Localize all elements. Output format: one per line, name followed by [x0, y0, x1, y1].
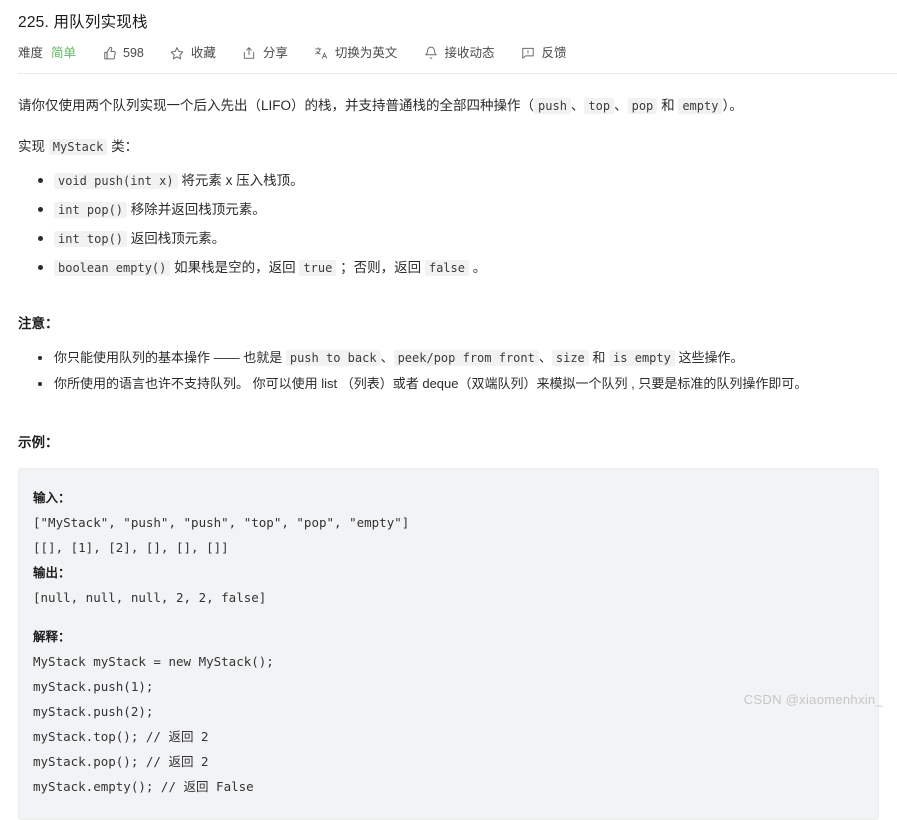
bell-icon	[423, 46, 438, 61]
implement-paragraph: 实现 MyStack 类：	[18, 133, 879, 160]
problem-description: 请你仅使用两个队列实现一个后入先出（LIFO）的栈，并支持普通栈的全部四种操作（…	[0, 92, 897, 820]
intro-and: 和	[661, 98, 675, 113]
method-description-a: 如果栈是空的，返回	[174, 260, 296, 276]
inline-code-false: false	[424, 260, 469, 277]
feedback-button[interactable]: 反馈	[520, 45, 566, 61]
difficulty-group: 难度 简单	[18, 45, 76, 61]
explain-line: MyStack myStack = new MyStack();	[33, 654, 274, 669]
explain-label: 解释：	[33, 629, 71, 644]
favorite-button[interactable]: 收藏	[170, 45, 216, 61]
intro-sep-2: 、	[614, 98, 628, 113]
method-description: 移除并返回栈顶元素。	[130, 202, 266, 218]
intro-sep-1: 、	[570, 98, 585, 113]
output-label: 输出：	[33, 565, 71, 580]
like-count: 598	[123, 46, 144, 60]
implement-prefix: 实现	[18, 139, 45, 154]
notes-list: 你只能使用队列的基本操作 —— 也就是 push to back、 peek/po…	[18, 345, 879, 397]
difficulty-label: 难度	[18, 46, 44, 60]
page-title: 225. 用队列实现栈	[18, 14, 148, 31]
header-divider	[18, 73, 897, 74]
input-line: ["MyStack", "push", "push", "top", "pop"…	[33, 515, 410, 530]
implement-suffix: 类：	[111, 139, 139, 154]
translate-button[interactable]: 切换为英文	[314, 45, 398, 61]
csdn-watermark: CSDN @xiaomenhxin_	[743, 692, 883, 707]
note-text-full: 你所使用的语言也许不支持队列。 你可以使用 list （列表）或者 deque（…	[54, 376, 808, 392]
difficulty-badge: 简单	[51, 46, 77, 60]
inline-code-top: top	[584, 98, 615, 114]
note-text-a: 你只能使用队列的基本操作 —— 也就是	[54, 350, 283, 366]
example-heading: 示例：	[18, 435, 59, 451]
intro-text-b: ）。	[722, 98, 743, 113]
share-icon	[242, 46, 257, 61]
list-item: int top() 返回栈顶元素。	[38, 224, 879, 253]
like-button[interactable]: 598	[102, 45, 144, 61]
inline-code-push: push	[534, 98, 571, 114]
favorite-label: 收藏	[190, 46, 216, 60]
list-item: boolean empty() 如果栈是空的，返回 true ；否则，返回 fa…	[38, 253, 879, 282]
intro-paragraph: 请你仅使用两个队列实现一个后入先出（LIFO）的栈，并支持普通栈的全部四种操作（…	[18, 92, 879, 119]
method-signature: int pop()	[54, 202, 128, 219]
inline-code-is-empty: is empty	[609, 350, 675, 367]
note-text-b: 这些操作。	[678, 350, 744, 366]
list-item: 你所使用的语言也许不支持队列。 你可以使用 list （列表）或者 deque（…	[38, 371, 879, 397]
explain-line: myStack.empty(); // 返回 False	[33, 779, 254, 794]
method-description-c: 。	[472, 260, 487, 276]
code-gap	[33, 610, 860, 624]
example-code-block: 输入： ["MyStack", "push", "push", "top", "…	[18, 468, 879, 820]
inline-code-empty: empty	[678, 98, 723, 114]
method-signature: void push(int x)	[54, 173, 178, 189]
inline-code-peek-pop-front: peek/pop from front	[393, 350, 539, 367]
inline-code-push-to-back: push to back	[285, 350, 381, 367]
explain-line: myStack.push(1);	[33, 679, 154, 694]
note-sep-1: 、	[380, 350, 394, 366]
method-signature: boolean empty()	[54, 260, 171, 277]
list-item: 你只能使用队列的基本操作 —— 也就是 push to back、 peek/po…	[38, 345, 879, 371]
translate-icon	[314, 46, 329, 61]
feedback-icon	[520, 46, 535, 61]
problem-toolbar: 难度 简单 598 收藏 分享 切换为英文 接收动态 反馈	[0, 34, 897, 61]
translate-label: 切换为英文	[334, 46, 398, 60]
list-item: int pop() 移除并返回栈顶元素。	[38, 195, 879, 224]
note-and: 和	[592, 350, 606, 366]
star-icon	[170, 46, 185, 61]
explain-line: myStack.top(); // 返回 2	[33, 729, 209, 744]
share-label: 分享	[262, 46, 288, 60]
inline-code-pop: pop	[627, 98, 658, 114]
intro-text-a: 请你仅使用两个队列实现一个后入先出（LIFO）的栈，并支持普通栈的全部四种操作（	[18, 98, 535, 113]
inline-code-true: true	[299, 260, 337, 277]
explain-line: myStack.pop(); // 返回 2	[33, 754, 209, 769]
method-description: 返回栈顶元素。	[130, 231, 226, 247]
method-description-b: ；否则，返回	[340, 260, 422, 276]
problem-page: 225. 用队列实现栈 难度 简单 598 收藏 分享 切换为英文 接收动态 反…	[0, 0, 897, 820]
feedback-label: 反馈	[541, 46, 567, 60]
list-item: void push(int x) 将元素 x 压入栈顶。	[38, 166, 879, 195]
notes-heading: 注意：	[18, 316, 59, 332]
input-label: 输入：	[33, 490, 71, 505]
thumbs-up-icon	[102, 46, 117, 61]
inline-code-mystack: MyStack	[48, 139, 108, 155]
share-button[interactable]: 分享	[242, 45, 288, 61]
output-line: [null, null, null, 2, 2, false]	[33, 590, 267, 605]
subscribe-label: 接收动态	[444, 46, 495, 60]
input-line: [[], [1], [2], [], [], []]	[33, 540, 229, 555]
method-list: void push(int x) 将元素 x 压入栈顶。 int pop() 移…	[18, 166, 879, 282]
subscribe-button[interactable]: 接收动态	[423, 45, 494, 61]
method-description: 将元素 x 压入栈顶。	[181, 173, 304, 188]
method-signature: int top()	[54, 231, 128, 248]
note-sep-2: 、	[538, 350, 552, 366]
explain-line: myStack.push(2);	[33, 704, 154, 719]
inline-code-size: size	[551, 350, 589, 367]
